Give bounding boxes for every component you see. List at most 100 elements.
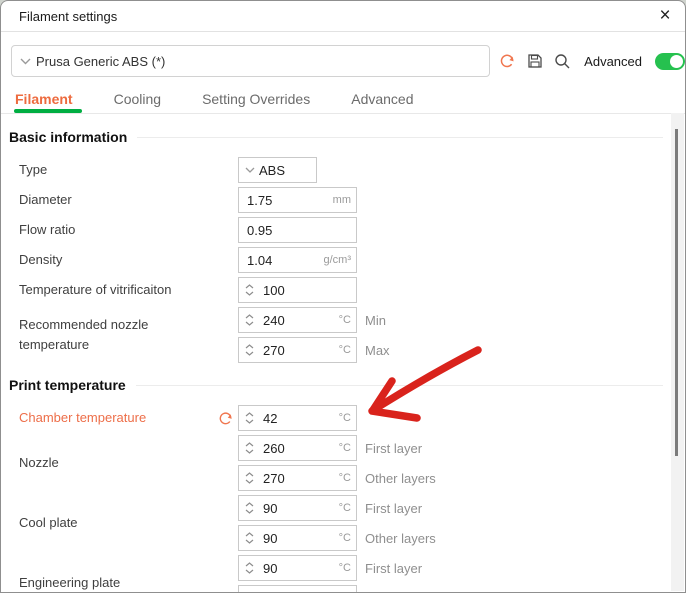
type-dropdown[interactable]: ABS — [238, 157, 317, 183]
spinner-arrows[interactable] — [239, 412, 256, 424]
input-value: 240 — [256, 313, 339, 328]
nozzle-temp-min-input[interactable]: 240 °C — [238, 307, 357, 333]
setting-label: Engineering plate — [19, 555, 238, 593]
setting-label: Density — [19, 247, 238, 273]
input-unit: °C — [339, 472, 356, 484]
input-unit: °C — [339, 442, 356, 454]
row-suffix: Other layers — [365, 531, 436, 546]
scrollbar-thumb[interactable] — [675, 129, 678, 456]
filament-settings-dialog: Filament settings × Prusa Generic ABS (*… — [0, 0, 686, 593]
tab-cooling[interactable]: Cooling — [114, 91, 161, 113]
nozzle-temp-max-input[interactable]: 270 °C — [238, 337, 357, 363]
input-value: 260 — [256, 441, 339, 456]
tab-setting-overrides[interactable]: Setting Overrides — [202, 91, 310, 113]
input-unit: °C — [339, 562, 356, 574]
tab-bar: Filament Cooling Setting Overrides Advan… — [1, 89, 685, 114]
input-value: 100 — [256, 283, 351, 298]
type-value: ABS — [259, 163, 285, 178]
setting-label: Type — [19, 157, 238, 183]
toggle-knob — [670, 55, 683, 68]
setting-group-nozzle: Nozzle 260 °C First layer — [19, 435, 685, 491]
input-value: 42 — [256, 411, 339, 426]
diameter-input[interactable]: 1.75 mm — [238, 187, 357, 213]
spinner-arrows[interactable] — [239, 502, 256, 514]
section-print-temperature: Print temperature — [9, 375, 685, 395]
setting-label: Chamber temperature — [19, 405, 238, 431]
spinner-arrows[interactable] — [239, 284, 256, 296]
input-value: 90 — [256, 531, 339, 546]
preset-dropdown[interactable]: Prusa Generic ABS (*) — [11, 45, 490, 77]
chevron-down-icon — [245, 167, 255, 173]
setting-label: Recommended nozzle temperature — [19, 307, 238, 363]
input-value: 1.75 — [239, 193, 333, 208]
setting-group-flow-ratio: Flow ratio 0.95 — [19, 217, 685, 243]
row-suffix: Max — [365, 343, 390, 358]
density-input[interactable]: 1.04 g/cm³ — [238, 247, 357, 273]
row-suffix: First layer — [365, 561, 422, 576]
nozzle-other-layers-input[interactable]: 270 °C — [238, 465, 357, 491]
chamber-temperature-input[interactable]: 42 °C — [238, 405, 357, 431]
setting-group-density: Density 1.04 g/cm³ — [19, 247, 685, 273]
setting-label: Temperature of vitrificaiton — [19, 277, 238, 303]
chamber-temperature-label: Chamber temperature — [19, 408, 146, 428]
input-value: 270 — [256, 343, 339, 358]
chevron-down-icon — [20, 58, 31, 65]
setting-group-diameter: Diameter 1.75 mm — [19, 187, 685, 213]
setting-label: Diameter — [19, 187, 238, 213]
tab-filament[interactable]: Filament — [15, 91, 73, 113]
revert-icon[interactable] — [217, 410, 234, 427]
setting-group-recommended-nozzle-temp: Recommended nozzle temperature 240 °C Mi… — [19, 307, 685, 363]
spinner-arrows[interactable] — [239, 562, 256, 574]
input-value: 90 — [256, 501, 339, 516]
input-unit: g/cm³ — [324, 254, 357, 266]
input-unit: °C — [339, 532, 356, 544]
input-value: 90 — [256, 561, 339, 576]
section-title: Print temperature — [9, 377, 126, 393]
advanced-toggle[interactable] — [655, 53, 685, 70]
nozzle-first-layer-input[interactable]: 260 °C — [238, 435, 357, 461]
row-suffix: First layer — [365, 441, 422, 456]
setting-group-type: Type ABS — [19, 157, 685, 183]
preset-bar: Prusa Generic ABS (*) — [1, 32, 685, 89]
engineering-plate-first-layer-input[interactable]: 90 °C — [238, 555, 357, 581]
section-divider — [136, 385, 663, 386]
revert-icon[interactable] — [498, 53, 515, 70]
spinner-arrows[interactable] — [239, 314, 256, 326]
spinner-arrows[interactable] — [239, 344, 256, 356]
row-suffix: Other layers — [365, 471, 436, 486]
spinner-arrows[interactable] — [239, 442, 256, 454]
setting-label: Flow ratio — [19, 217, 238, 243]
input-unit: °C — [339, 344, 356, 356]
setting-group-engineering-plate: Engineering plate 90 °C First layer — [19, 555, 685, 593]
input-value: 270 — [256, 471, 339, 486]
search-icon[interactable] — [554, 53, 571, 70]
row-suffix: First layer — [365, 501, 422, 516]
preset-value: Prusa Generic ABS (*) — [36, 54, 165, 69]
advanced-label: Advanced — [584, 54, 642, 69]
settings-content: Basic information Type ABS Diameter 1.75 — [1, 127, 685, 593]
cool-plate-first-layer-input[interactable]: 90 °C — [238, 495, 357, 521]
input-value: 0.95 — [239, 223, 351, 238]
setting-group-chamber-temperature: Chamber temperature 42 °C — [19, 405, 685, 431]
input-unit: °C — [339, 502, 356, 514]
vertical-scrollbar[interactable] — [671, 113, 684, 591]
section-basic-information: Basic information — [9, 127, 685, 147]
setting-group-vitrification: Temperature of vitrificaiton 100 — [19, 277, 685, 303]
flow-ratio-input[interactable]: 0.95 — [238, 217, 357, 243]
input-unit: °C — [339, 412, 356, 424]
setting-label: Nozzle — [19, 435, 238, 491]
spinner-arrows[interactable] — [239, 472, 256, 484]
close-icon[interactable]: × — [651, 1, 679, 31]
cool-plate-other-layers-input[interactable]: 90 °C — [238, 525, 357, 551]
section-divider — [137, 137, 663, 138]
save-icon[interactable] — [526, 53, 543, 70]
input-unit: °C — [339, 314, 356, 326]
vitrification-temp-input[interactable]: 100 — [238, 277, 357, 303]
titlebar: Filament settings × — [1, 1, 685, 32]
input-unit: mm — [333, 194, 356, 206]
engineering-plate-other-layers-input[interactable] — [238, 585, 357, 593]
spinner-arrows[interactable] — [239, 532, 256, 544]
tab-advanced[interactable]: Advanced — [351, 91, 413, 113]
window-title: Filament settings — [19, 9, 117, 24]
section-title: Basic information — [9, 129, 127, 145]
